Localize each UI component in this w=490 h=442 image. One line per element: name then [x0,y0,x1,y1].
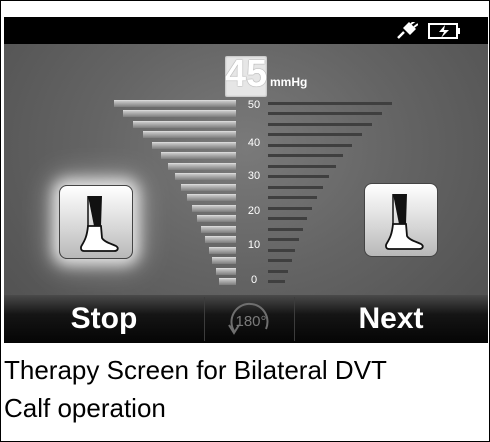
scale-bar-left [181,184,236,191]
caption-line-1: Therapy Screen for Bilateral DVT [4,355,387,385]
left-leg-button[interactable] [59,185,133,259]
rotate-180-icon: 180° [228,302,269,335]
scale-bar-right [268,259,292,262]
scale-tick-label: 0 [250,274,258,286]
scale-bar-left [133,121,236,128]
scale-tick-label: 20 [247,205,261,217]
scale-bar-right [268,249,295,252]
leg-calf-icon [385,194,424,250]
scale-bar-left [216,268,236,275]
scale-bar-left [143,131,236,138]
scale-tick-label: 40 [247,137,261,149]
scale-bar-right [268,175,329,178]
scale-bar-right [268,112,382,115]
figure-caption: Therapy Screen for Bilateral DVT Calf op… [4,351,484,427]
scale-bar-right [268,154,343,157]
scale-bar-left [192,205,236,212]
scale-bar-left [197,215,236,222]
scale-bar-right [268,280,285,283]
stop-button[interactable]: Stop [4,295,204,343]
scale-bar-left [219,278,236,285]
scale-bar-left [212,257,236,264]
scale-bar-right [268,123,372,126]
scale-bar-left [205,236,236,243]
device-screen: 45 mmHg 50 40 30 20 10 0 Stop 180° Next [4,17,488,343]
scale-bar-left [152,142,236,149]
scale-bar-right [268,133,362,136]
rotate-180-button[interactable]: 180° [204,295,294,343]
right-leg-button[interactable] [364,183,438,257]
caption-line-2: Calf operation [4,393,166,423]
figure-frame: 45 mmHg 50 40 30 20 10 0 Stop 180° Next … [0,0,490,442]
scale-bar-left [201,226,236,233]
scale-tick-label: 30 [247,170,261,182]
scale-bar-right [268,186,323,189]
scale-bar-left [209,247,236,254]
scale-bar-right [268,270,288,273]
scale-bar-right [268,196,317,199]
scale-tick-label: 10 [247,239,261,251]
scale-bar-left [187,194,236,201]
scale-bar-left [161,152,236,159]
scale-bar-right [268,217,307,220]
leg-calf-icon [80,196,119,252]
scale-bar-left [175,173,236,180]
scale-tick-label: 50 [247,99,261,111]
scale-bar-left [168,163,236,170]
scale-bar-right [268,102,392,105]
scale-bar-right [268,165,336,168]
next-button[interactable]: Next [294,295,488,343]
rotate-label: 180° [235,313,266,330]
scale-bar-right [268,238,299,241]
scale-bar-right [268,228,303,231]
scale-bar-left [123,110,236,117]
scale-bar-right [268,144,352,147]
scale-bar-left [114,100,236,107]
scale-bar-right [268,207,312,210]
